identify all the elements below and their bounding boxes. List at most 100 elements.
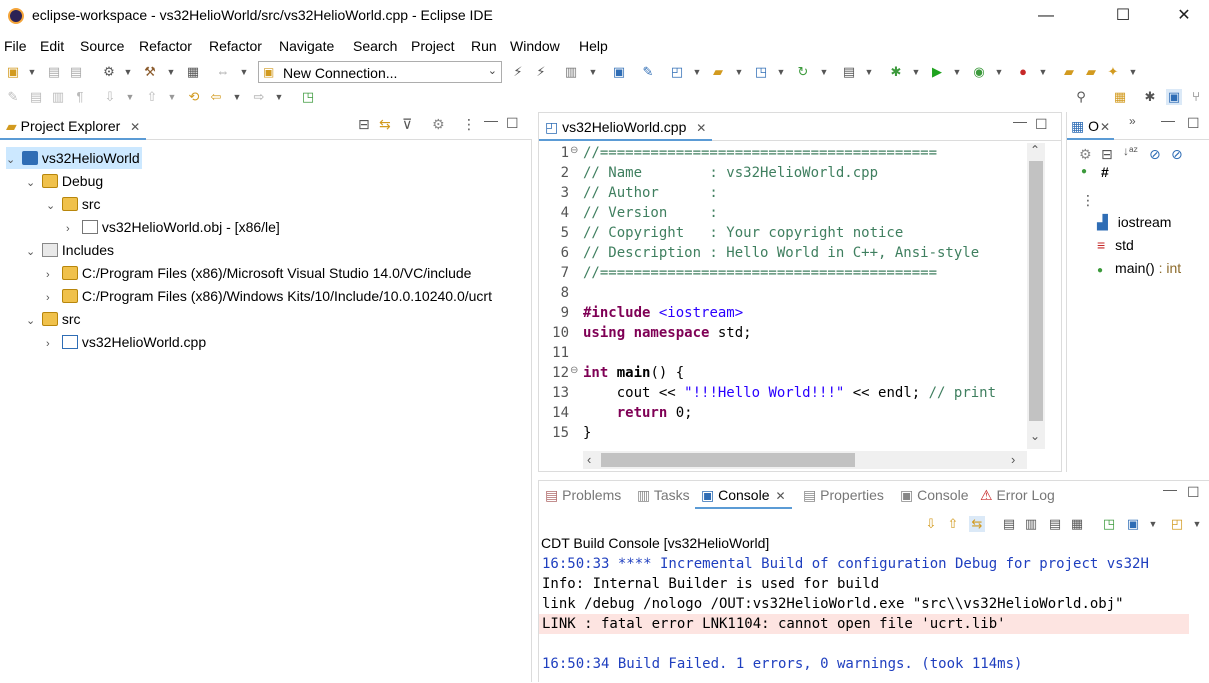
cpp-perspective-icon[interactable]: ▣ — [1166, 89, 1182, 105]
fold-icon[interactable]: ⊖ — [570, 145, 578, 156]
hide-nonpublic-icon[interactable]: ● — [1081, 166, 1087, 177]
last-edit-icon[interactable]: ⟲ — [186, 89, 202, 105]
scroll-up-icon[interactable]: ⌃ — [1030, 143, 1040, 157]
tree-item-include-ucrt[interactable]: › C:/Program Files (x86)/Windows Kits/10… — [46, 285, 492, 307]
tab-properties[interactable]: ▤ Properties — [797, 481, 890, 509]
chevron-down-icon[interactable]: ⌄ — [488, 64, 497, 77]
chevron-down-icon[interactable]: ▼ — [236, 64, 252, 80]
tree-item-include-vc[interactable]: › C:/Program Files (x86)/Microsoft Visua… — [46, 262, 471, 284]
tree-item-debug[interactable]: ⌄ Debug — [26, 170, 103, 192]
link-with-editor-icon[interactable]: ⇆ — [379, 116, 391, 133]
tree-item-cpp-file[interactable]: › vs32HelioWorld.cpp — [46, 331, 206, 353]
scroll-right-icon[interactable]: › — [1011, 452, 1015, 467]
menu-search[interactable]: Search — [353, 38, 397, 54]
chevron-right-icon[interactable]: › — [46, 264, 58, 286]
maximize-view-icon[interactable]: ☐ — [1035, 116, 1048, 133]
tree-item-debug-src[interactable]: ⌄ src — [46, 193, 101, 215]
pin-icon[interactable]: ✎ — [640, 64, 656, 80]
display-console-icon[interactable]: ▣ — [1125, 516, 1141, 532]
chevron-down-icon[interactable]: ▼ — [1145, 516, 1161, 532]
next-error-icon[interactable]: ⇩ — [923, 516, 939, 532]
pin-console-icon[interactable]: ▥ — [1023, 516, 1039, 532]
back-icon[interactable]: ⇦ — [208, 89, 224, 105]
chevron-down-icon[interactable]: ⌄ — [26, 241, 38, 263]
chevron-right-icon[interactable]: › — [46, 333, 58, 355]
terminal-icon[interactable]: ▣ — [611, 64, 627, 80]
chevron-down-icon[interactable]: ⌄ — [46, 195, 58, 217]
annotation-icon[interactable]: ▤ — [28, 89, 44, 105]
chevron-down-icon[interactable]: ⌄ — [6, 149, 18, 171]
menu-refactor-2[interactable]: Refactor — [209, 38, 262, 54]
open-resource-icon[interactable]: ▰ — [1083, 64, 1099, 80]
scroll-down-icon[interactable]: ⌄ — [1030, 429, 1040, 443]
prev-error-icon[interactable]: ⇧ — [945, 516, 961, 532]
block-icon[interactable]: ▥ — [50, 89, 66, 105]
pin-editor-icon[interactable]: ◳ — [300, 89, 316, 105]
chevron-down-icon[interactable]: ▼ — [164, 89, 180, 105]
console-output[interactable]: 16:50:33 **** Incremental Build of confi… — [539, 554, 1189, 683]
sync-arrows-icon[interactable]: ⇔ — [215, 64, 231, 80]
binary-icon[interactable]: ▦ — [185, 64, 201, 80]
paragraph-icon[interactable]: ¶ — [72, 89, 88, 105]
fold-icon[interactable]: ⊖ — [570, 365, 578, 376]
minimize-view-icon[interactable]: — — [1161, 112, 1175, 128]
close-icon[interactable]: ✕ — [696, 121, 706, 135]
focus-icon[interactable]: ⚙ — [432, 116, 445, 133]
collapse-all-icon[interactable]: ⊟ — [358, 116, 370, 133]
search-tool-icon[interactable]: ✦ — [1105, 64, 1121, 80]
chevron-down-icon[interactable]: ▼ — [229, 89, 245, 105]
hide-members-icon[interactable]: ⚙ — [1079, 146, 1092, 163]
chevron-down-icon[interactable]: ▼ — [1035, 64, 1051, 80]
collapse-all-icon[interactable]: ⊟ — [1101, 146, 1113, 163]
scrollbar-thumb[interactable] — [1029, 161, 1043, 421]
clear-console-icon[interactable]: ▤ — [1047, 516, 1063, 532]
chevron-right-icon[interactable]: › — [66, 218, 78, 240]
next-annotation-icon[interactable]: ⇩ — [102, 89, 118, 105]
chevron-down-icon[interactable]: ⌄ — [26, 310, 38, 332]
tree-item-project[interactable]: ⌄ vs32HelioWorld — [6, 147, 142, 169]
connection-combo[interactable]: ▣ New Connection... ⌄ — [258, 61, 502, 83]
run-icon[interactable]: ▶ — [929, 64, 945, 80]
chevron-down-icon[interactable]: ▼ — [120, 64, 136, 80]
chevron-down-icon[interactable]: ▼ — [908, 64, 924, 80]
new-console-icon[interactable]: ◰ — [1169, 516, 1185, 532]
coverage-icon[interactable]: ◉ — [971, 64, 987, 80]
chevron-down-icon[interactable]: ▼ — [773, 64, 789, 80]
tab-outline[interactable]: ▦ O✕ — [1067, 112, 1115, 140]
tab-problems[interactable]: ▤ Problems — [539, 481, 627, 509]
new-icon[interactable]: ▣ — [5, 64, 21, 80]
chevron-down-icon[interactable]: ▼ — [24, 64, 40, 80]
chevron-down-icon[interactable]: ⌄ — [26, 172, 38, 194]
debug-icon[interactable]: ▥ — [563, 64, 579, 80]
open-console-icon[interactable]: ◳ — [1101, 516, 1117, 532]
chevron-down-icon[interactable]: ▼ — [271, 89, 287, 105]
tool-icon[interactable]: ⚡ — [533, 64, 549, 80]
chevron-down-icon[interactable]: ▼ — [689, 64, 705, 80]
chevron-down-icon[interactable]: ▼ — [816, 64, 832, 80]
debug-perspective-icon[interactable]: ✱ — [1142, 89, 1158, 105]
filter-icon[interactable]: ⊽ — [402, 116, 412, 133]
open-type-icon[interactable]: ▰ — [1061, 64, 1077, 80]
new-class-icon[interactable]: ◰ — [669, 64, 685, 80]
code-area[interactable]: 1 2 3 4 5 6 7 8 9 10 11 12 13 14 15 ⊖ ⊖ … — [539, 143, 1027, 449]
tree-item-includes[interactable]: ⌄ Includes — [26, 239, 114, 261]
debug-bug-icon[interactable]: ✱ — [888, 64, 904, 80]
hide-macros-icon[interactable]: # — [1101, 164, 1109, 180]
minimize-view-icon[interactable]: — — [1163, 481, 1177, 497]
external-tools-icon[interactable]: ● — [1015, 64, 1031, 80]
remove-console-icon[interactable]: ▦ — [1069, 516, 1085, 532]
save-all-icon[interactable]: ▤ — [68, 64, 84, 80]
new-file-icon[interactable]: ◳ — [753, 64, 769, 80]
tab-console-active[interactable]: ▣ Console ✕ — [695, 481, 792, 509]
more-views-icon[interactable]: » — [1129, 114, 1136, 128]
refresh-icon[interactable]: ↻ — [795, 64, 811, 80]
scroll-left-icon[interactable]: ‹ — [587, 452, 591, 467]
chevron-down-icon[interactable]: ▼ — [163, 64, 179, 80]
minimize-view-icon[interactable]: — — [1013, 113, 1027, 129]
view-menu-icon[interactable]: ⋮ — [462, 116, 476, 133]
menu-run[interactable]: Run — [471, 38, 497, 54]
chevron-down-icon[interactable]: ▼ — [1125, 64, 1141, 80]
build-hammer-icon[interactable]: ⚒ — [142, 64, 158, 80]
forward-icon[interactable]: ⇨ — [251, 89, 267, 105]
close-icon[interactable]: ✕ — [130, 120, 140, 134]
